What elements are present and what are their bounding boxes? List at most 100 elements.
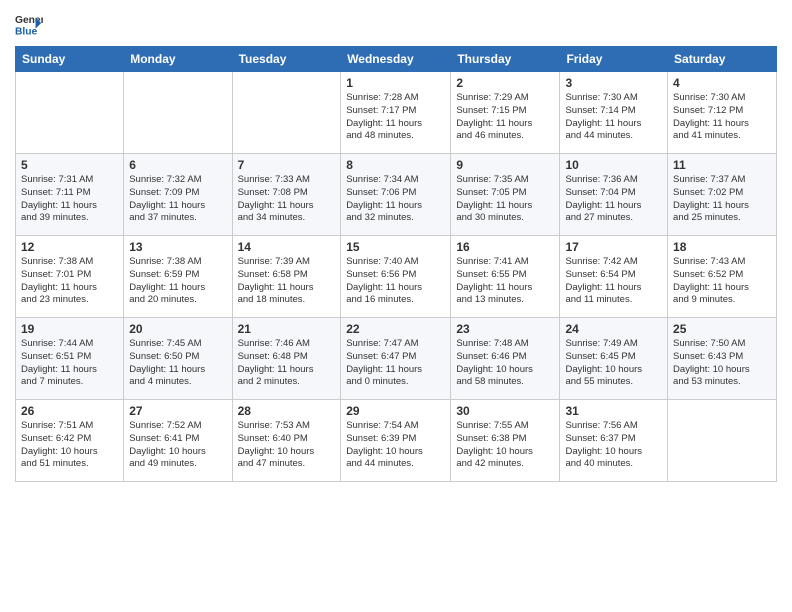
calendar-cell: 2 Sunrise: 7:29 AM Sunset: 7:15 PM Daylig… bbox=[451, 72, 560, 154]
day-number: 28 bbox=[238, 404, 336, 418]
day-info: Sunrise: 7:29 AM Sunset: 7:15 PM Dayligh… bbox=[456, 92, 554, 143]
calendar-cell bbox=[668, 400, 777, 482]
day-number: 30 bbox=[456, 404, 554, 418]
day-info: Sunrise: 7:40 AM Sunset: 6:56 PM Dayligh… bbox=[346, 256, 445, 307]
logo: General Blue bbox=[15, 10, 43, 38]
day-number: 26 bbox=[21, 404, 118, 418]
day-info: Sunrise: 7:33 AM Sunset: 7:08 PM Dayligh… bbox=[238, 174, 336, 225]
week-row-5: 26 Sunrise: 7:51 AM Sunset: 6:42 PM Dayli… bbox=[16, 400, 777, 482]
calendar-cell: 5Sunrise: 7:31 AM Sunset: 7:11 PM Daylig… bbox=[16, 154, 124, 236]
day-number: 31 bbox=[565, 404, 662, 418]
day-info: Sunrise: 7:54 AM Sunset: 6:39 PM Dayligh… bbox=[346, 420, 445, 471]
calendar-cell: 11 Sunrise: 7:37 AM Sunset: 7:02 PM Dayli… bbox=[668, 154, 777, 236]
day-number: 14 bbox=[238, 240, 336, 254]
calendar-cell: 8Sunrise: 7:34 AM Sunset: 7:06 PM Daylig… bbox=[341, 154, 451, 236]
calendar-cell bbox=[232, 72, 341, 154]
calendar-cell: 22Sunrise: 7:47 AM Sunset: 6:47 PM Dayli… bbox=[341, 318, 451, 400]
day-info: Sunrise: 7:55 AM Sunset: 6:38 PM Dayligh… bbox=[456, 420, 554, 471]
weekday-header-row: SundayMondayTuesdayWednesdayThursdayFrid… bbox=[16, 47, 777, 72]
day-number: 11 bbox=[673, 158, 771, 172]
day-number: 6 bbox=[129, 158, 226, 172]
week-row-3: 12 Sunrise: 7:38 AM Sunset: 7:01 PM Dayli… bbox=[16, 236, 777, 318]
day-number: 17 bbox=[565, 240, 662, 254]
day-info: Sunrise: 7:49 AM Sunset: 6:45 PM Dayligh… bbox=[565, 338, 662, 389]
day-number: 24 bbox=[565, 322, 662, 336]
calendar-cell: 15 Sunrise: 7:40 AM Sunset: 6:56 PM Dayli… bbox=[341, 236, 451, 318]
day-number: 7 bbox=[238, 158, 336, 172]
calendar-cell: 1Sunrise: 7:28 AM Sunset: 7:17 PM Daylig… bbox=[341, 72, 451, 154]
day-info: Sunrise: 7:37 AM Sunset: 7:02 PM Dayligh… bbox=[673, 174, 771, 225]
day-info: Sunrise: 7:42 AM Sunset: 6:54 PM Dayligh… bbox=[565, 256, 662, 307]
header: General Blue bbox=[15, 10, 777, 38]
day-info: Sunrise: 7:56 AM Sunset: 6:37 PM Dayligh… bbox=[565, 420, 662, 471]
calendar-cell: 20 Sunrise: 7:45 AM Sunset: 6:50 PM Dayli… bbox=[124, 318, 232, 400]
day-info: Sunrise: 7:51 AM Sunset: 6:42 PM Dayligh… bbox=[21, 420, 118, 471]
weekday-header-sunday: Sunday bbox=[16, 47, 124, 72]
page-container: General Blue SundayMondayTuesdayWednesda… bbox=[0, 0, 792, 487]
weekday-header-saturday: Saturday bbox=[668, 47, 777, 72]
day-info: Sunrise: 7:44 AM Sunset: 6:51 PM Dayligh… bbox=[21, 338, 118, 389]
day-number: 10 bbox=[565, 158, 662, 172]
day-number: 3 bbox=[565, 76, 662, 90]
day-info: Sunrise: 7:50 AM Sunset: 6:43 PM Dayligh… bbox=[673, 338, 771, 389]
day-number: 25 bbox=[673, 322, 771, 336]
calendar-cell: 25 Sunrise: 7:50 AM Sunset: 6:43 PM Dayli… bbox=[668, 318, 777, 400]
day-number: 16 bbox=[456, 240, 554, 254]
calendar-cell: 30 Sunrise: 7:55 AM Sunset: 6:38 PM Dayli… bbox=[451, 400, 560, 482]
day-info: Sunrise: 7:35 AM Sunset: 7:05 PM Dayligh… bbox=[456, 174, 554, 225]
day-number: 29 bbox=[346, 404, 445, 418]
day-info: Sunrise: 7:53 AM Sunset: 6:40 PM Dayligh… bbox=[238, 420, 336, 471]
calendar-cell: 7 Sunrise: 7:33 AM Sunset: 7:08 PM Daylig… bbox=[232, 154, 341, 236]
calendar-cell: 24 Sunrise: 7:49 AM Sunset: 6:45 PM Dayli… bbox=[560, 318, 668, 400]
calendar-cell bbox=[16, 72, 124, 154]
day-number: 23 bbox=[456, 322, 554, 336]
day-info: Sunrise: 7:45 AM Sunset: 6:50 PM Dayligh… bbox=[129, 338, 226, 389]
day-number: 27 bbox=[129, 404, 226, 418]
week-row-2: 5Sunrise: 7:31 AM Sunset: 7:11 PM Daylig… bbox=[16, 154, 777, 236]
weekday-header-thursday: Thursday bbox=[451, 47, 560, 72]
day-info: Sunrise: 7:30 AM Sunset: 7:14 PM Dayligh… bbox=[565, 92, 662, 143]
calendar-cell: 12 Sunrise: 7:38 AM Sunset: 7:01 PM Dayli… bbox=[16, 236, 124, 318]
day-info: Sunrise: 7:36 AM Sunset: 7:04 PM Dayligh… bbox=[565, 174, 662, 225]
day-number: 8 bbox=[346, 158, 445, 172]
day-number: 19 bbox=[21, 322, 118, 336]
calendar-cell bbox=[124, 72, 232, 154]
day-info: Sunrise: 7:38 AM Sunset: 7:01 PM Dayligh… bbox=[21, 256, 118, 307]
day-number: 21 bbox=[238, 322, 336, 336]
day-number: 4 bbox=[673, 76, 771, 90]
calendar-cell: 29 Sunrise: 7:54 AM Sunset: 6:39 PM Dayli… bbox=[341, 400, 451, 482]
day-number: 18 bbox=[673, 240, 771, 254]
day-info: Sunrise: 7:39 AM Sunset: 6:58 PM Dayligh… bbox=[238, 256, 336, 307]
calendar-cell: 26 Sunrise: 7:51 AM Sunset: 6:42 PM Dayli… bbox=[16, 400, 124, 482]
calendar-cell: 6 Sunrise: 7:32 AM Sunset: 7:09 PM Daylig… bbox=[124, 154, 232, 236]
day-info: Sunrise: 7:52 AM Sunset: 6:41 PM Dayligh… bbox=[129, 420, 226, 471]
day-number: 15 bbox=[346, 240, 445, 254]
day-info: Sunrise: 7:32 AM Sunset: 7:09 PM Dayligh… bbox=[129, 174, 226, 225]
day-number: 12 bbox=[21, 240, 118, 254]
calendar-cell: 3 Sunrise: 7:30 AM Sunset: 7:14 PM Daylig… bbox=[560, 72, 668, 154]
logo-icon: General Blue bbox=[15, 10, 43, 38]
day-number: 5 bbox=[21, 158, 118, 172]
calendar-cell: 4 Sunrise: 7:30 AM Sunset: 7:12 PM Daylig… bbox=[668, 72, 777, 154]
calendar-cell: 18Sunrise: 7:43 AM Sunset: 6:52 PM Dayli… bbox=[668, 236, 777, 318]
day-number: 2 bbox=[456, 76, 554, 90]
day-info: Sunrise: 7:41 AM Sunset: 6:55 PM Dayligh… bbox=[456, 256, 554, 307]
day-number: 22 bbox=[346, 322, 445, 336]
calendar-cell: 19 Sunrise: 7:44 AM Sunset: 6:51 PM Dayli… bbox=[16, 318, 124, 400]
weekday-header-tuesday: Tuesday bbox=[232, 47, 341, 72]
svg-text:Blue: Blue bbox=[15, 26, 38, 37]
calendar-cell: 9Sunrise: 7:35 AM Sunset: 7:05 PM Daylig… bbox=[451, 154, 560, 236]
calendar-cell: 17 Sunrise: 7:42 AM Sunset: 6:54 PM Dayli… bbox=[560, 236, 668, 318]
week-row-1: 1Sunrise: 7:28 AM Sunset: 7:17 PM Daylig… bbox=[16, 72, 777, 154]
day-info: Sunrise: 7:46 AM Sunset: 6:48 PM Dayligh… bbox=[238, 338, 336, 389]
calendar-cell: 16 Sunrise: 7:41 AM Sunset: 6:55 PM Dayli… bbox=[451, 236, 560, 318]
calendar-cell: 27 Sunrise: 7:52 AM Sunset: 6:41 PM Dayli… bbox=[124, 400, 232, 482]
day-info: Sunrise: 7:38 AM Sunset: 6:59 PM Dayligh… bbox=[129, 256, 226, 307]
day-info: Sunrise: 7:30 AM Sunset: 7:12 PM Dayligh… bbox=[673, 92, 771, 143]
day-number: 1 bbox=[346, 76, 445, 90]
calendar-cell: 31 Sunrise: 7:56 AM Sunset: 6:37 PM Dayli… bbox=[560, 400, 668, 482]
week-row-4: 19 Sunrise: 7:44 AM Sunset: 6:51 PM Dayli… bbox=[16, 318, 777, 400]
day-number: 13 bbox=[129, 240, 226, 254]
calendar-cell: 10 Sunrise: 7:36 AM Sunset: 7:04 PM Dayli… bbox=[560, 154, 668, 236]
day-number: 20 bbox=[129, 322, 226, 336]
